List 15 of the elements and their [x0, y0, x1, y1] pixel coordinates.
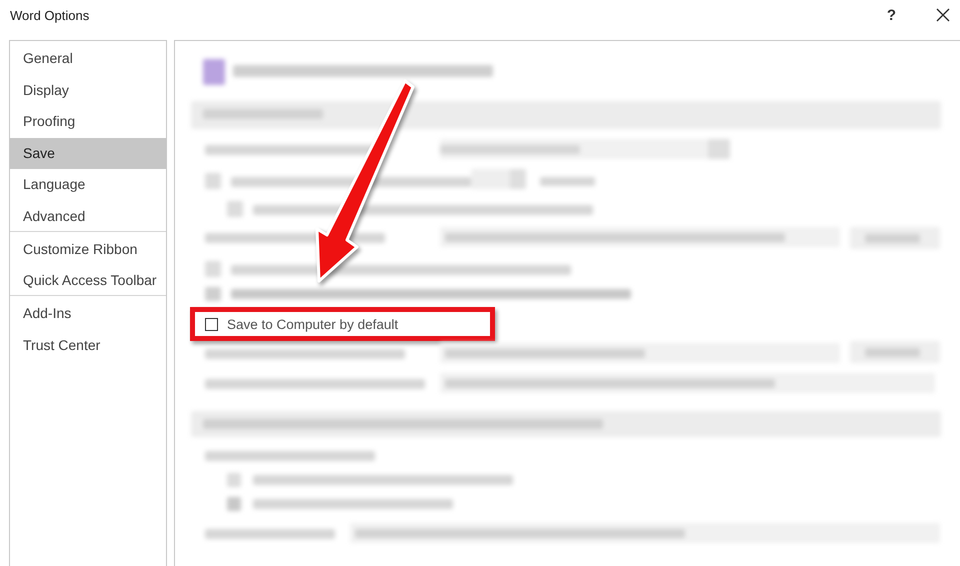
sidebar-item[interactable]: Display	[10, 74, 166, 106]
sidebar-item[interactable]: Quick Access Toolbar	[10, 265, 166, 298]
sidebar-item[interactable]: Trust Center	[10, 330, 166, 361]
sidebar-item[interactable]: Language	[10, 169, 166, 200]
sidebar-item[interactable]: Customize Ribbon	[10, 234, 166, 265]
sidebar-item[interactable]: Save	[10, 138, 166, 169]
sidebar-item[interactable]: Proofing	[10, 106, 166, 138]
sidebar-item[interactable]: Advanced	[10, 200, 166, 234]
close-icon[interactable]	[936, 8, 950, 22]
sidebar-item[interactable]: General	[10, 43, 166, 74]
help-button[interactable]: ?	[886, 6, 896, 24]
checkbox[interactable]	[205, 318, 218, 330]
sidebar-item[interactable]: Add-Ins	[10, 298, 166, 330]
checkbox-label[interactable]: Save to Computer by default	[227, 316, 398, 332]
window-title: Word Options	[10, 8, 90, 22]
